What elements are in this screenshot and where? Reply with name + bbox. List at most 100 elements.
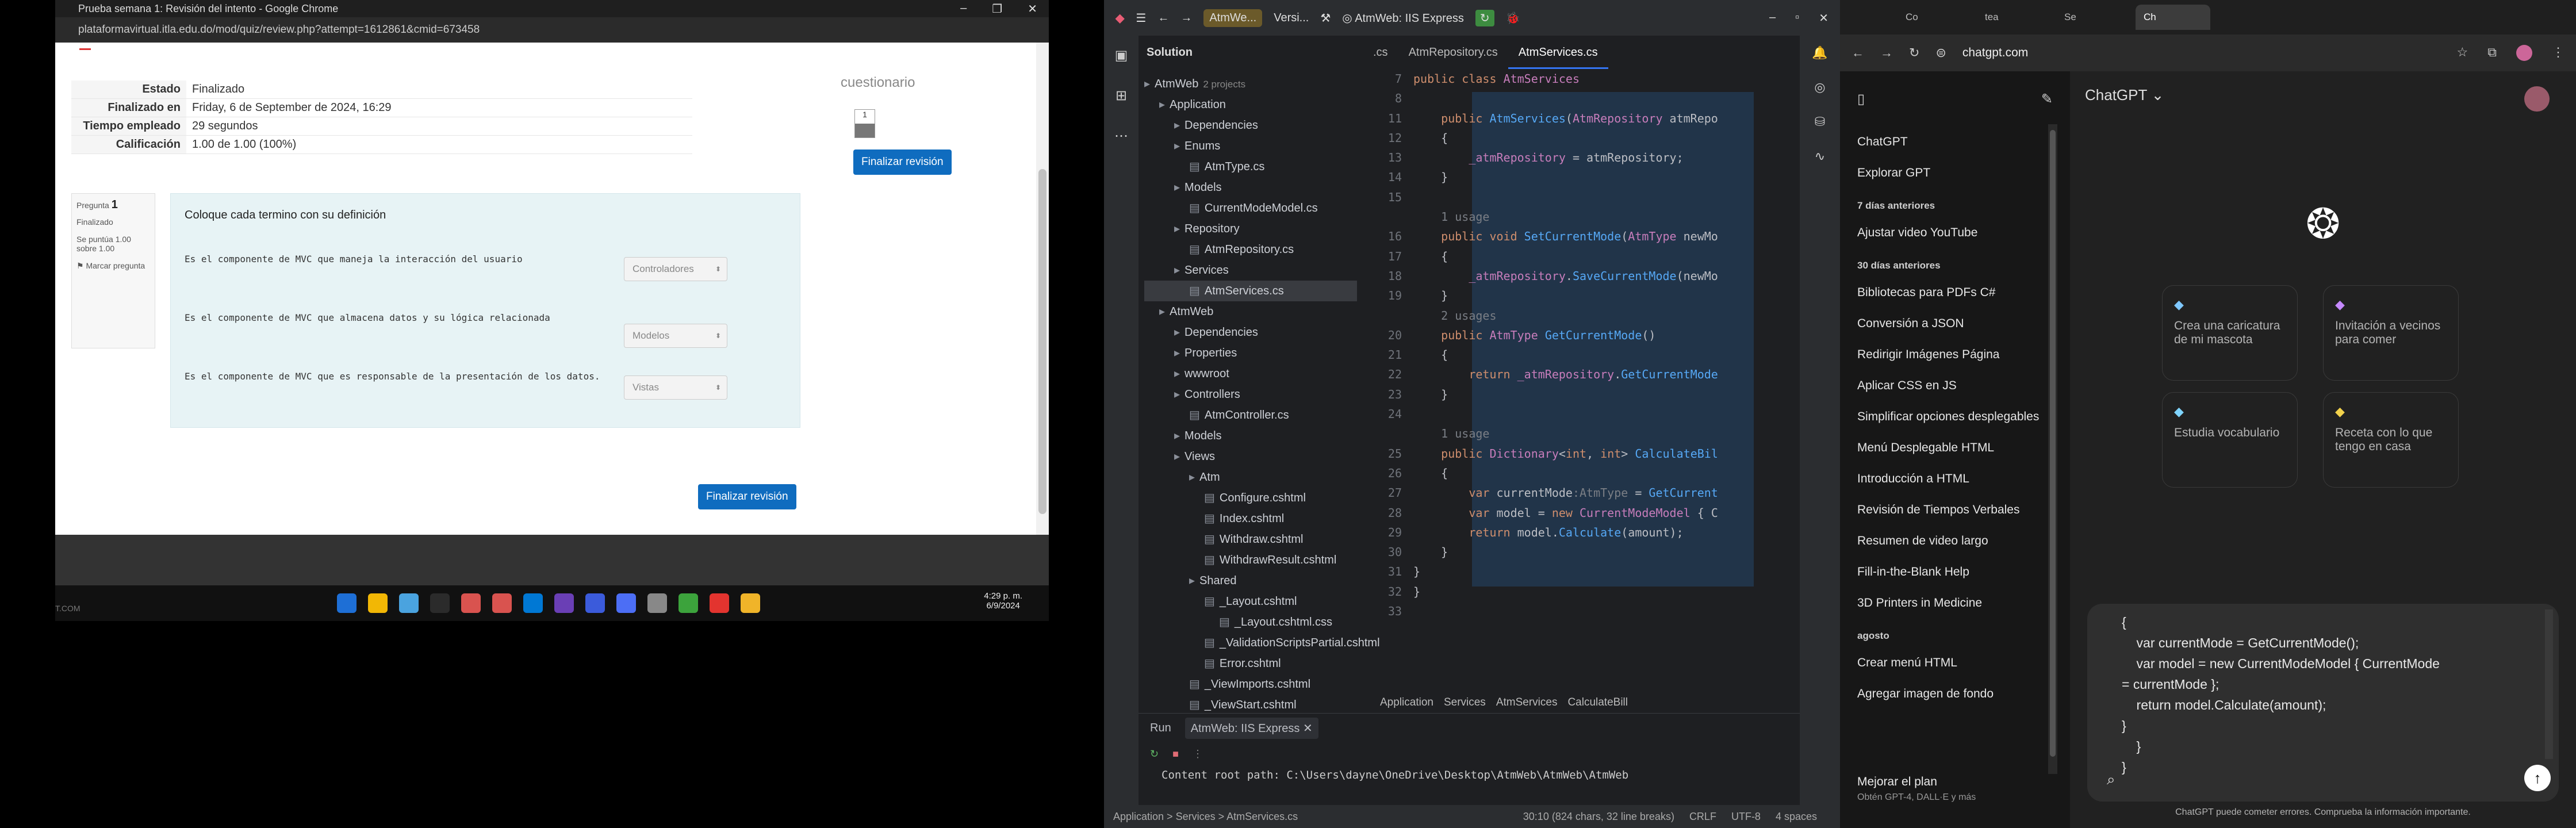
tree-node[interactable]: ▸ Models xyxy=(1144,425,1357,446)
tree-node[interactable]: ▤ _ViewImports.cshtml xyxy=(1144,674,1357,695)
send-button[interactable]: ↑ xyxy=(2524,765,2551,791)
browser-tab[interactable]: Co xyxy=(1897,5,1972,30)
tree-node[interactable]: ▸ Enums xyxy=(1144,136,1357,156)
match-select[interactable]: Controladores ⬍ xyxy=(624,257,727,281)
tree-node[interactable]: ▸ Dependencies xyxy=(1144,115,1357,136)
taskbar-app-icon[interactable] xyxy=(741,593,760,613)
quiz-nav-button[interactable]: 1 xyxy=(854,109,875,138)
chat-history-item[interactable]: Agregar imagen de fondo xyxy=(1840,678,2070,710)
tree-node[interactable]: ▸ wwwroot xyxy=(1144,363,1357,384)
taskbar-app-icon[interactable] xyxy=(554,593,574,613)
url-text[interactable]: plataformavirtual.itla.edu.do/mod/quiz/r… xyxy=(78,24,480,36)
message-composer[interactable]: { var currentMode = GetCurrentMode(); va… xyxy=(2087,604,2559,802)
chat-history-item[interactable]: Simplificar opciones desplegables xyxy=(1840,401,2070,432)
ai-icon[interactable]: ◎ xyxy=(1800,70,1840,105)
composer-scrollbar[interactable] xyxy=(2545,610,2553,759)
chat-history-item[interactable]: Menú Desplegable HTML xyxy=(1840,432,2070,463)
suggestion-card[interactable]: ◆ Invitación a vecinos para comer xyxy=(2323,285,2459,381)
close-icon[interactable]: ✕ xyxy=(1028,2,1037,16)
tree-node[interactable]: ▤ AtmController.cs xyxy=(1144,405,1357,425)
chat-history-item[interactable]: Aplicar CSS en JS xyxy=(1840,370,2070,401)
bookmark-icon[interactable]: ☆ xyxy=(2457,45,2468,61)
tree-node[interactable]: ▤ _Layout.cshtml.css xyxy=(1144,612,1357,632)
taskbar-app-icon[interactable] xyxy=(337,593,356,613)
chat-history-item[interactable]: 3D Printers in Medicine xyxy=(1840,588,2070,619)
site-info-icon[interactable]: ⊜ xyxy=(1935,45,1946,60)
new-chat-icon[interactable]: ✎ xyxy=(2041,91,2053,108)
tree-node[interactable]: ▸ Services xyxy=(1144,260,1357,281)
taskbar-app-icon[interactable] xyxy=(461,593,481,613)
attach-icon[interactable]: ⌕ xyxy=(2107,770,2115,789)
encoding[interactable]: UTF-8 xyxy=(1731,811,1761,823)
sidebar-item[interactable]: ChatGPT xyxy=(1840,126,2070,158)
chat-history-item[interactable]: Bibliotecas para PDFs C# xyxy=(1840,277,2070,308)
tree-node[interactable]: ▤ AtmServices.cs xyxy=(1144,281,1357,301)
match-select[interactable]: Modelos ⬍ xyxy=(624,324,727,348)
stop-icon[interactable]: ■ xyxy=(1172,748,1179,760)
tree-node[interactable]: ▸ Controllers xyxy=(1144,384,1357,405)
chat-history-item[interactable]: Crear menú HTML xyxy=(1840,647,2070,678)
tree-node[interactable]: ▤ _ViewStart.cshtml xyxy=(1144,695,1357,715)
chat-history-item[interactable]: Redirigir Imágenes Página xyxy=(1840,339,2070,370)
taskbar-app-icon[interactable] xyxy=(710,593,729,613)
tree-node[interactable]: ▤ CurrentModeModel.cs xyxy=(1144,198,1357,218)
back-icon[interactable]: ← xyxy=(1157,12,1169,25)
tree-node[interactable]: ▸ Views xyxy=(1144,446,1357,467)
run-tab[interactable]: Run xyxy=(1150,722,1171,735)
structure-icon[interactable]: ⊞ xyxy=(1104,76,1138,116)
taskbar-app-icon[interactable] xyxy=(616,593,636,613)
minimize-icon[interactable]: – xyxy=(1769,11,1776,25)
upgrade-plan[interactable]: Mejorar el plan Obtén GPT-4, DALL·E y má… xyxy=(1840,775,2058,821)
rerun-icon[interactable]: ↻ xyxy=(1150,748,1159,760)
tree-node[interactable]: ▤ AtmType.cs xyxy=(1144,156,1357,177)
browser-tab[interactable]: tea xyxy=(1977,5,2052,30)
editor-tab[interactable]: AtmRepository.cs xyxy=(1398,36,1508,69)
taskbar-app-icon[interactable] xyxy=(585,593,605,613)
status-path[interactable]: Application > Services > AtmServices.cs xyxy=(1113,811,1298,823)
cursor-position[interactable]: 30:10 (824 chars, 32 line breaks) xyxy=(1523,811,1674,823)
chat-history-item[interactable]: Fill-in-the-Blank Help xyxy=(1840,557,2070,588)
notifications-icon[interactable]: 🔔 xyxy=(1800,36,1840,70)
menu-icon[interactable]: ☰ xyxy=(1136,11,1146,25)
editor-tab[interactable]: AtmServices.cs xyxy=(1508,36,1608,69)
browser-tab[interactable]: Se xyxy=(2056,5,2131,30)
run-config-tab[interactable]: AtmWeb: IIS Express ✕ xyxy=(1184,717,1318,739)
minimize-icon[interactable]: – xyxy=(960,2,967,16)
taskbar-app-icon[interactable] xyxy=(430,593,450,613)
build-icon[interactable]: ⚒ xyxy=(1320,11,1331,25)
finish-review-button-nav[interactable]: Finalizar revisión xyxy=(853,150,952,175)
finish-review-button[interactable]: Finalizar revisión xyxy=(698,484,796,509)
more-icon[interactable]: ⋮ xyxy=(1193,748,1203,760)
breadcrumb-item[interactable]: Services xyxy=(1444,696,1486,709)
chat-history-item[interactable]: Revisión de Tiempos Verbales xyxy=(1840,494,2070,526)
suggestion-card[interactable]: ◆ Crea una caricatura de mi mascota xyxy=(2162,285,2298,381)
tree-node[interactable]: ▤ AtmRepository.cs xyxy=(1144,239,1357,260)
chat-history-item[interactable]: Introducción a HTML xyxy=(1840,463,2070,494)
forward-icon[interactable]: → xyxy=(1180,12,1192,25)
tree-node[interactable]: ▤ Error.cshtml xyxy=(1144,653,1357,674)
tree-node[interactable]: ▸ Models xyxy=(1144,177,1357,198)
taskbar-app-icon[interactable] xyxy=(399,593,419,613)
breadcrumb-item[interactable]: CalculateBill xyxy=(1567,696,1628,709)
breadcrumb[interactable]: Application Services AtmServices CalculateB… xyxy=(1380,692,1754,713)
sidebar-scrollbar[interactable] xyxy=(2048,124,2057,774)
code-editor[interactable]: 7 public class AtmServices 8 11 public AtmS… xyxy=(1363,69,1754,621)
breadcrumb-item[interactable]: AtmServices xyxy=(1496,696,1558,709)
tree-node[interactable]: ▸ Atm xyxy=(1144,467,1357,488)
line-endings[interactable]: CRLF xyxy=(1689,811,1716,823)
monitor-icon[interactable]: ∿ xyxy=(1800,139,1840,174)
debug-icon[interactable]: 🐞 xyxy=(1506,11,1520,25)
chat-history-item[interactable]: Conversión a JSON xyxy=(1840,308,2070,339)
database-icon[interactable]: ⛁ xyxy=(1800,105,1840,139)
restore-icon[interactable]: ❐ xyxy=(992,2,1002,16)
model-selector[interactable]: ChatGPT ⌄ xyxy=(2085,86,2164,104)
restore-icon[interactable]: ▫ xyxy=(1795,11,1799,25)
tree-node[interactable]: ▸ Shared xyxy=(1144,570,1357,591)
suggestion-card[interactable]: ◆ Receta con lo que tengo en casa xyxy=(2323,392,2459,488)
taskbar-app-icon[interactable] xyxy=(523,593,543,613)
editor-tab[interactable]: .cs xyxy=(1363,36,1398,69)
tree-node[interactable]: ▤ Configure.cshtml xyxy=(1144,488,1357,508)
flag-question[interactable]: ⚑ Marcar pregunta xyxy=(76,261,150,271)
taskbar-app-icon[interactable] xyxy=(678,593,698,613)
reload-icon[interactable]: ↻ xyxy=(1909,45,1919,60)
